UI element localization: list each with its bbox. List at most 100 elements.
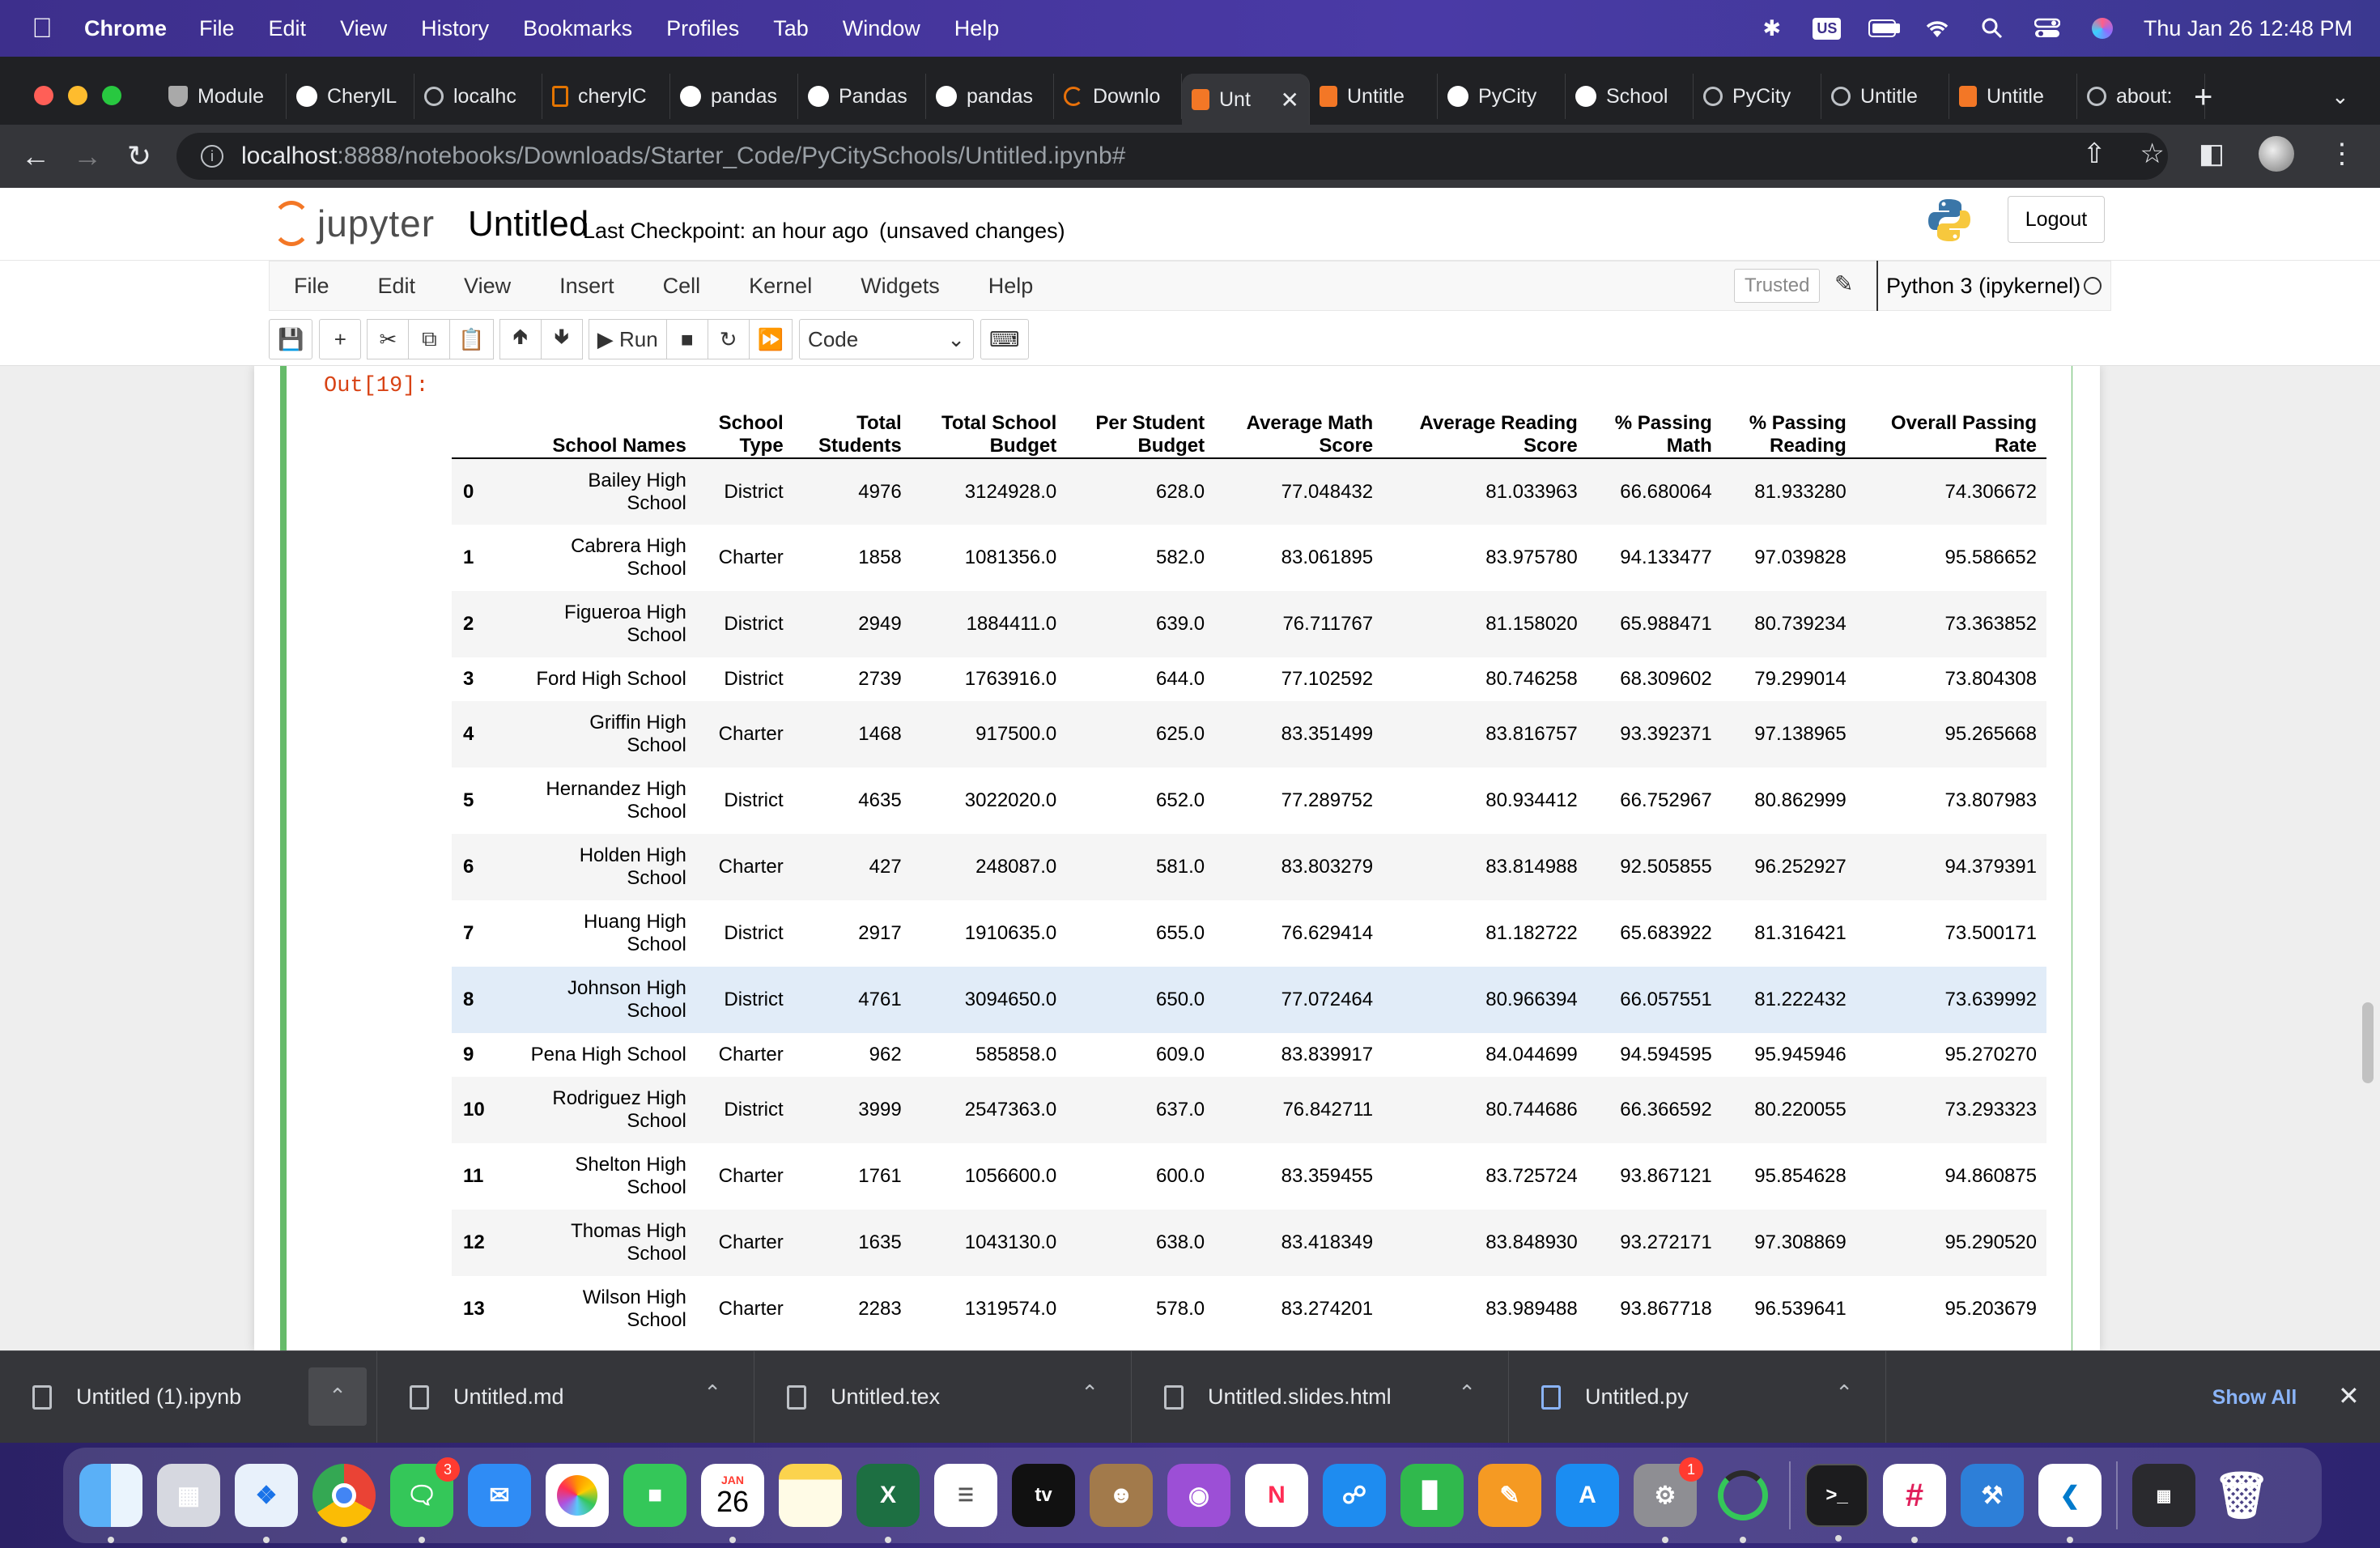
spotlight-search-icon[interactable] — [1978, 16, 2006, 40]
insert-cell-plus-icon[interactable]: + — [319, 319, 362, 359]
safari-icon[interactable]: ❖ — [235, 1464, 298, 1543]
stop-square-icon[interactable]: ■ — [665, 319, 708, 359]
download-item[interactable]: Untitled.slides.html ⌃ — [1132, 1350, 1509, 1444]
browser-tab[interactable]: CherylL — [287, 74, 414, 119]
browser-tab[interactable]: Untitle — [1949, 74, 2077, 119]
photos-icon[interactable] — [546, 1464, 609, 1527]
notes-icon[interactable] — [779, 1464, 842, 1527]
nb-menu-widgets[interactable]: Widgets — [861, 274, 940, 299]
back-arrow-icon[interactable]: ← — [10, 139, 62, 173]
nb-menu-help[interactable]: Help — [988, 274, 1034, 299]
facetime-icon[interactable]: ■ — [623, 1464, 686, 1527]
nb-menu-insert[interactable]: Insert — [559, 274, 614, 299]
browser-tab[interactable]: cherylC — [542, 74, 670, 119]
close-tab-icon[interactable]: ✕ — [1281, 87, 1299, 113]
keynote-icon[interactable]: ☍ — [1323, 1464, 1386, 1527]
new-tab-icon[interactable]: + — [2194, 79, 2212, 116]
control-center-icon[interactable] — [2034, 16, 2061, 40]
launchpad-icon[interactable]: ▦ — [157, 1464, 220, 1527]
app-store-icon[interactable]: A — [1556, 1464, 1619, 1527]
browser-tab[interactable]: about: — [2077, 74, 2205, 119]
contacts-icon[interactable]: ☻ — [1090, 1464, 1153, 1527]
jupyter-logo[interactable]: jupyter — [272, 201, 435, 246]
minimize-window-button[interactable] — [68, 86, 87, 105]
browser-tab[interactable]: Untitle — [1821, 74, 1949, 119]
menu-bar-clock[interactable]: Thu Jan 26 12:48 PM — [2144, 16, 2352, 41]
browser-tab-active[interactable]: Unt ✕ — [1182, 74, 1310, 125]
slack-icon[interactable]: # — [1883, 1464, 1946, 1543]
menu-bookmarks[interactable]: Bookmarks — [523, 16, 632, 41]
notebook-title[interactable]: Untitled — [468, 204, 589, 245]
pages-icon[interactable]: ✎ — [1478, 1464, 1541, 1527]
chevron-up-icon[interactable]: ⌃ — [1835, 1380, 1853, 1406]
system-settings-icon[interactable]: ⚙ 1 — [1634, 1457, 1703, 1543]
browser-tab[interactable]: pandas — [926, 74, 1054, 119]
cut-scissors-icon[interactable]: ✂ — [367, 319, 410, 359]
browser-tab[interactable]: Module — [159, 74, 287, 119]
close-shelf-icon[interactable]: ✕ — [2338, 1380, 2360, 1411]
app-menu-chrome[interactable]: Chrome — [84, 16, 167, 41]
apple-menu-icon[interactable]:  — [0, 13, 84, 45]
edit-pencil-icon[interactable]: ✎ — [1834, 270, 1853, 297]
mail-icon[interactable]: ✉ — [468, 1464, 531, 1527]
download-item[interactable]: Untitled.md ⌃ — [377, 1350, 754, 1444]
nb-menu-file[interactable]: File — [294, 274, 329, 299]
menu-profiles[interactable]: Profiles — [666, 16, 739, 41]
reload-icon[interactable]: ↻ — [113, 139, 165, 173]
numbers-icon[interactable]: ▊ — [1400, 1464, 1464, 1527]
screenshot-stack-icon[interactable]: ▦ — [2132, 1464, 2195, 1527]
calendar-icon[interactable]: JAN 26 — [701, 1464, 764, 1543]
logout-button[interactable]: Logout — [2008, 196, 2105, 243]
xcode-icon[interactable]: ⚒ — [1961, 1464, 2024, 1527]
wifi-icon[interactable] — [1923, 16, 1951, 40]
run-button[interactable]: ▶ Run — [588, 319, 667, 359]
download-item[interactable]: Untitled.py ⌃ — [1509, 1350, 1886, 1444]
trash-icon[interactable]: 🗑 — [2210, 1464, 2273, 1527]
apple-tv-icon[interactable]: tv — [1012, 1464, 1075, 1527]
chevron-up-icon[interactable]: ⌃ — [1081, 1380, 1099, 1406]
browser-tab[interactable]: Downlo — [1054, 74, 1182, 119]
save-icon[interactable]: 💾 — [269, 319, 313, 359]
zoom-window-button[interactable] — [102, 86, 121, 105]
profile-avatar[interactable] — [2259, 136, 2294, 172]
bluetooth-icon[interactable]: ✱ — [1758, 16, 1786, 40]
kernel-name[interactable]: Python 3 (ipykernel) — [1876, 261, 2080, 311]
share-icon[interactable]: ⇧ — [2083, 138, 2106, 170]
terminal-icon[interactable]: >_ — [1805, 1464, 1868, 1542]
nb-menu-kernel[interactable]: Kernel — [749, 274, 812, 299]
restart-icon[interactable]: ↻ — [707, 319, 750, 359]
chrome-menu-icon[interactable]: ⋮ — [2328, 138, 2356, 170]
paste-icon[interactable]: 📋 — [449, 319, 494, 359]
battery-icon[interactable] — [1868, 16, 1900, 40]
chrome-icon[interactable] — [312, 1464, 376, 1543]
move-up-arrow-icon[interactable]: 🢁 — [499, 319, 542, 359]
close-window-button[interactable] — [34, 86, 53, 105]
cell-type-select[interactable]: Code ⌄ — [799, 319, 975, 359]
copy-icon[interactable]: ⧉ — [408, 319, 451, 359]
menu-edit[interactable]: Edit — [269, 16, 307, 41]
browser-tab[interactable]: PyCity — [1694, 74, 1821, 119]
browser-tab[interactable]: localhc — [414, 74, 542, 119]
activity-monitor-icon[interactable] — [1711, 1464, 1774, 1543]
keyboard-icon[interactable]: ⌨ — [980, 319, 1029, 359]
vscode-icon[interactable]: ❮ — [2038, 1464, 2102, 1543]
menu-help[interactable]: Help — [954, 16, 1000, 41]
notebook-scroll-area[interactable]: Out[19]: School Names School Type Total St… — [0, 366, 2380, 1350]
nb-menu-edit[interactable]: Edit — [378, 274, 416, 299]
browser-tab[interactable]: Pandas — [798, 74, 926, 119]
nb-menu-view[interactable]: View — [464, 274, 511, 299]
forward-arrow-icon[interactable]: → — [62, 139, 113, 173]
trusted-indicator[interactable]: Trusted — [1734, 269, 1821, 303]
fast-forward-icon[interactable]: ⏩ — [748, 319, 793, 359]
menu-file[interactable]: File — [199, 16, 235, 41]
finder-icon[interactable] — [79, 1464, 142, 1543]
address-bar[interactable]: i localhost:8888/notebooks/Downloads/Sta… — [176, 133, 2168, 180]
browser-tab[interactable]: PyCity — [1438, 74, 1566, 119]
chevron-up-icon[interactable]: ⌃ — [308, 1367, 367, 1426]
browser-tab[interactable]: Untitle — [1310, 74, 1438, 119]
menu-history[interactable]: History — [421, 16, 489, 41]
show-all-downloads-button[interactable]: Show All — [2182, 1376, 2327, 1419]
excel-icon[interactable]: X — [856, 1464, 920, 1543]
vertical-scrollbar-thumb[interactable] — [2362, 1002, 2374, 1083]
menu-window[interactable]: Window — [843, 16, 920, 41]
